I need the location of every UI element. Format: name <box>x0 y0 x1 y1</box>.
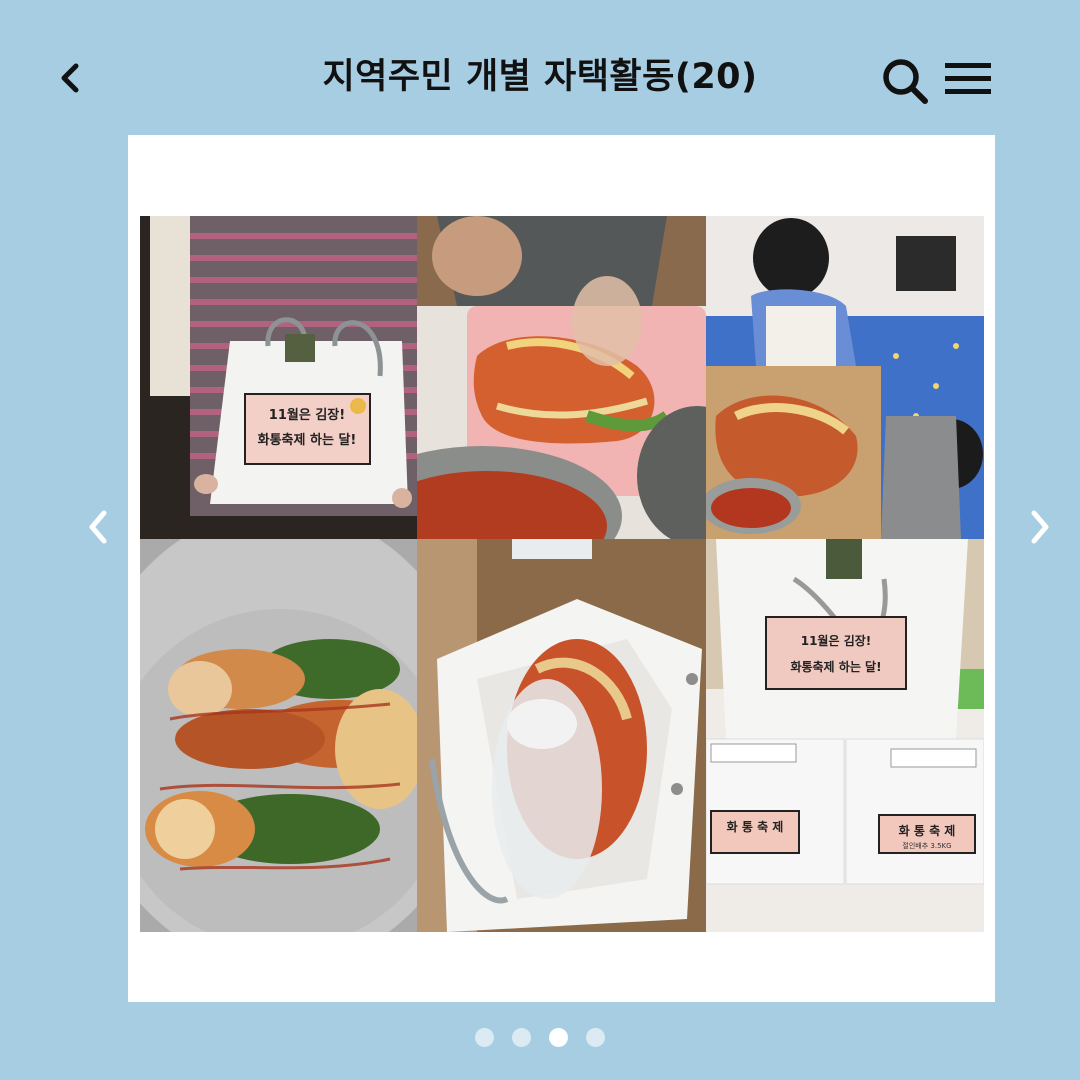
chevron-left-icon <box>89 510 107 544</box>
bag-label-line1-b: 11월은 김장! <box>801 633 872 648</box>
prev-slide-button[interactable] <box>82 505 116 549</box>
next-slide-button[interactable] <box>1024 505 1058 549</box>
photo-4[interactable] <box>140 539 417 932</box>
app-header: 지역주민 개별 자택활동(20) <box>0 0 1080 140</box>
photo-2[interactable] <box>417 216 706 539</box>
photo-3[interactable] <box>706 216 984 539</box>
box-label-sub: 절인배추 3.5KG <box>902 841 951 850</box>
pagination-dots <box>0 1028 1080 1048</box>
photo-5[interactable] <box>417 539 706 932</box>
menu-button[interactable] <box>943 60 993 100</box>
search-icon <box>883 59 928 104</box>
pagination-dot-4[interactable] <box>586 1028 605 1047</box>
hamburger-menu-icon <box>945 63 991 94</box>
photo-1[interactable]: 11월은 김장! 화통축제 하는 달! <box>140 216 417 539</box>
bag-label-line2-b: 화통축제 하는 달! <box>790 659 881 674</box>
bag-label-line1: 11월은 김장! <box>269 407 345 423</box>
photo-6[interactable]: 11월은 김장! 화통축제 하는 달! 화 통 축 제 화 통 축 제 절인배추… <box>706 539 984 932</box>
pagination-dot-1[interactable] <box>475 1028 494 1047</box>
box-label-right: 화 통 축 제 <box>899 823 956 838</box>
pagination-dot-2[interactable] <box>512 1028 531 1047</box>
bag-label-line2: 화통축제 하는 달! <box>258 432 357 448</box>
search-button[interactable] <box>880 56 930 106</box>
box-label-left: 화 통 축 제 <box>727 819 784 834</box>
pagination-dot-3[interactable] <box>549 1028 568 1047</box>
photo-collage[interactable]: 11월은 김장! 화통축제 하는 달! 11월은 김장! 화통축제 하는 달! … <box>140 216 984 932</box>
chevron-right-icon <box>1031 510 1049 544</box>
